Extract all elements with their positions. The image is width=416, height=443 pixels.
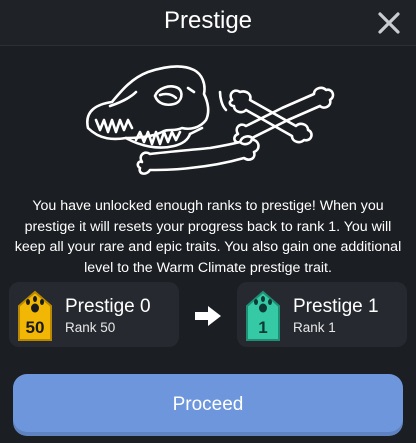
dialog-header: Prestige xyxy=(0,0,416,46)
proceed-button-label: Proceed xyxy=(172,394,244,415)
current-rank-label: Rank 50 xyxy=(65,320,116,335)
current-prestige-title: Prestige 0 xyxy=(65,296,151,317)
close-icon[interactable] xyxy=(377,11,401,35)
current-rank-badge: 50 xyxy=(17,290,53,342)
next-prestige-title: Prestige 1 xyxy=(293,296,379,317)
next-prestige-card: 1 Prestige 1 Rank 1 xyxy=(237,282,407,347)
next-rank-label: Rank 1 xyxy=(293,320,336,335)
current-prestige-card: 50 Prestige 0 Rank 50 xyxy=(9,282,179,347)
proceed-button[interactable]: Proceed xyxy=(13,374,403,436)
dinosaur-skull-and-bones-illustration xyxy=(70,58,355,188)
next-rank-badge: 1 xyxy=(245,290,281,342)
prestige-description: You have unlocked enough ranks to presti… xyxy=(14,198,402,276)
current-rank-number: 50 xyxy=(25,318,45,337)
arrow-right-icon xyxy=(194,305,222,327)
dialog-title: Prestige xyxy=(163,7,253,34)
next-rank-number: 1 xyxy=(258,318,268,337)
